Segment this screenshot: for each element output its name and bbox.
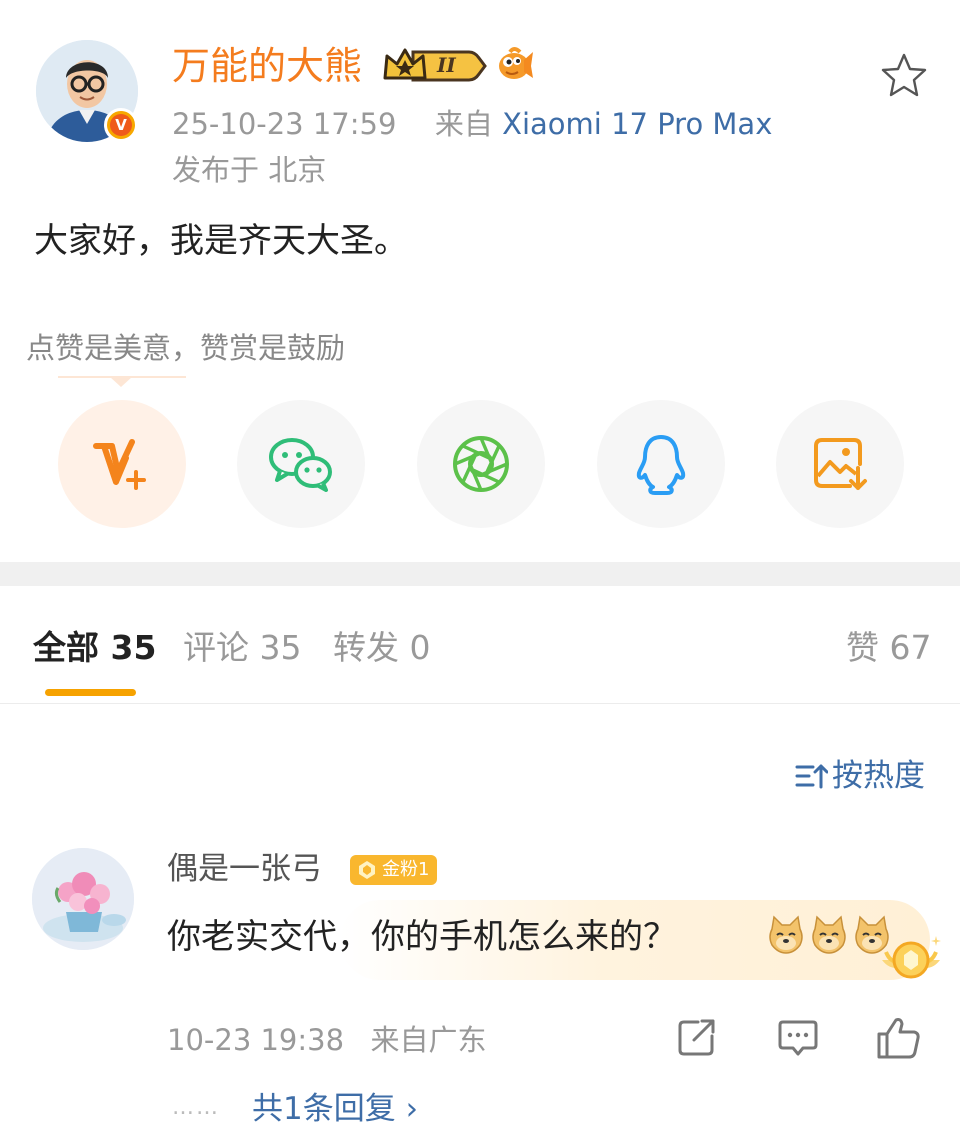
share-wechat-button[interactable]	[237, 400, 365, 528]
comment-datetime: 10-23 19:38	[167, 1023, 345, 1057]
device-link[interactable]: Xiaomi 17 Pro Max	[502, 107, 772, 141]
view-replies-link[interactable]: 共1条回复 ›	[252, 1088, 418, 1130]
doge-emoji-icons	[766, 915, 892, 959]
reward-v-icon	[93, 439, 146, 490]
location-prefix: 发布于	[172, 153, 260, 187]
post-content: 大家好，我是齐天大圣。	[34, 221, 408, 261]
reward-button[interactable]	[58, 400, 186, 528]
thumbs-up-icon	[877, 1018, 920, 1059]
post-location: 发布于 北京	[172, 150, 326, 190]
commenter-name[interactable]: 偶是一张弓	[167, 848, 322, 890]
level-badge-text: II	[437, 53, 456, 77]
comment-text: 你老实交代，你的手机怎么来的？	[167, 917, 677, 957]
location-name: 北京	[268, 153, 327, 187]
wechat-icon	[269, 438, 332, 492]
reply-comment-button[interactable]	[777, 1016, 819, 1062]
tab-comments[interactable]: 评论 35	[183, 626, 301, 670]
sort-icon	[795, 764, 829, 789]
post-datetime: 25-10-23 17:59	[172, 107, 397, 141]
active-tab-indicator	[45, 689, 136, 696]
verified-v-icon: V	[104, 108, 138, 142]
favorite-star-icon[interactable]	[880, 52, 928, 102]
save-image-icon	[814, 438, 867, 490]
gold-medal-icon	[878, 930, 944, 992]
tab-reposts[interactable]: 转发 0	[333, 626, 431, 670]
comment-bubble-icon	[778, 1020, 818, 1056]
share-moments-button[interactable]	[417, 400, 545, 528]
like-comment-button[interactable]	[876, 1016, 922, 1064]
tabs-divider	[0, 703, 960, 704]
fan-crown-icon	[359, 861, 375, 879]
source-prefix: 来自	[434, 107, 493, 141]
commenter-avatar[interactable]	[32, 848, 134, 950]
post-meta: 25-10-23 17:59 来自 Xiaomi 17 Pro Max	[172, 104, 772, 144]
author-name[interactable]: 万能的大熊	[172, 40, 362, 92]
doge-icon	[812, 915, 846, 954]
tab-likes[interactable]: 赞 67	[846, 626, 931, 670]
crown-level-badge-icon[interactable]: II	[383, 46, 487, 90]
comment-meta: 10-23 19:38 来自广东	[167, 1020, 487, 1060]
gold-fan-badge[interactable]: 金粉1	[350, 855, 438, 885]
repost-comment-button[interactable]	[676, 1016, 718, 1062]
share-qq-button[interactable]	[597, 400, 725, 528]
doge-icon	[769, 915, 803, 954]
moments-icon	[453, 436, 509, 492]
tip-arrow	[110, 377, 132, 387]
fan-badge-text: 金粉1	[382, 859, 430, 880]
fish-emblem-icon[interactable]	[494, 44, 534, 88]
section-separator	[0, 562, 960, 586]
reply-dots: ……	[172, 1095, 220, 1120]
comment-source: 来自广东	[370, 1023, 487, 1057]
sort-by-hot-button[interactable]: 按热度	[794, 756, 925, 796]
save-image-button[interactable]	[776, 400, 904, 528]
tab-all[interactable]: 全部 35	[33, 626, 156, 670]
qq-icon	[636, 435, 686, 495]
repost-icon	[678, 1019, 715, 1056]
sort-label: 按热度	[832, 758, 925, 794]
reward-tip: 点赞是美意，赞赏是鼓励	[26, 331, 346, 365]
